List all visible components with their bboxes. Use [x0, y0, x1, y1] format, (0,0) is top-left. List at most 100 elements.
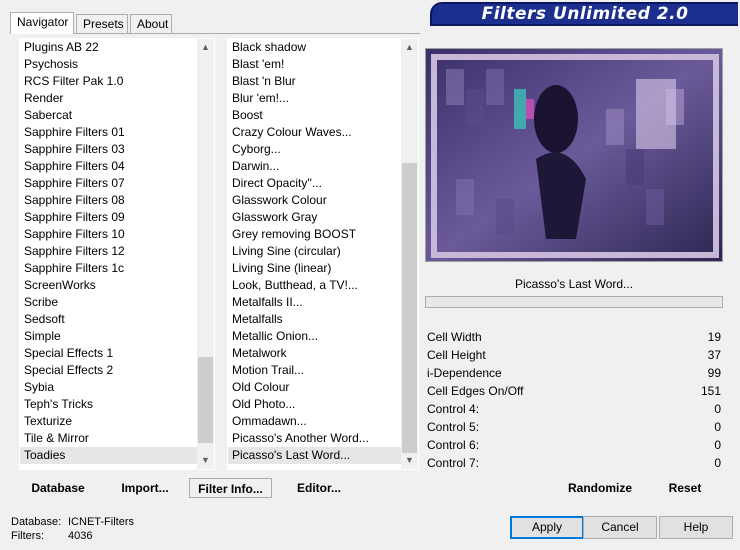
list-item[interactable]: Old Photo... — [228, 396, 418, 413]
category-scrollbar[interactable]: ▲ ▼ — [197, 39, 214, 469]
list-item[interactable]: Cyborg... — [228, 141, 418, 158]
filters-info: Filters: 4036 — [11, 530, 92, 542]
parameter-label: Control 5: — [427, 420, 480, 434]
list-item[interactable]: Metalfalls — [228, 311, 418, 328]
list-item[interactable]: Sapphire Filters 04 — [20, 158, 214, 175]
randomize-button[interactable]: Randomize — [558, 478, 642, 498]
parameter-value: 151 — [700, 384, 721, 398]
scroll-down-icon[interactable]: ▼ — [401, 452, 418, 469]
editor-button[interactable]: Editor... — [283, 478, 355, 498]
reset-button[interactable]: Reset — [655, 478, 715, 498]
list-item[interactable]: Boost — [228, 107, 418, 124]
filter-info-button[interactable]: Filter Info... — [189, 478, 272, 498]
list-item[interactable]: Render — [20, 90, 214, 107]
filters-label: Filters: — [11, 530, 44, 542]
list-item[interactable]: Blur 'em!... — [228, 90, 418, 107]
list-item[interactable]: Special Effects 2 — [20, 362, 214, 379]
list-item[interactable]: Plugins AB 22 — [20, 39, 214, 56]
list-item[interactable]: Living Sine (linear) — [228, 260, 418, 277]
list-item[interactable]: Blast 'n Blur — [228, 73, 418, 90]
list-item[interactable]: Metalfalls II... — [228, 294, 418, 311]
list-item[interactable]: Sapphire Filters 1c — [20, 260, 214, 277]
list-item[interactable]: Darwin... — [228, 158, 418, 175]
list-item[interactable]: Sapphire Filters 12 — [20, 243, 214, 260]
list-item[interactable]: Tile & Mirror — [20, 430, 214, 447]
list-item[interactable]: Toadies — [20, 447, 214, 464]
list-item[interactable]: Blast 'em! — [228, 56, 418, 73]
parameter-row[interactable]: Control 4: 0 — [425, 400, 723, 418]
list-item[interactable]: Grey removing BOOST — [228, 226, 418, 243]
scroll-thumb[interactable] — [402, 163, 417, 453]
database-info: Database: ICNET-Filters — [11, 516, 134, 528]
scroll-down-icon[interactable]: ▼ — [197, 452, 214, 469]
parameter-row[interactable]: Cell Edges On/Off 151 — [425, 382, 723, 400]
list-item[interactable]: Look, Butthead, a TV!... — [228, 277, 418, 294]
parameter-value: 0 — [714, 456, 721, 470]
list-item[interactable]: Metallic Onion... — [228, 328, 418, 345]
list-item[interactable]: Sedsoft — [20, 311, 214, 328]
list-item[interactable]: Sapphire Filters 03 — [20, 141, 214, 158]
list-item[interactable]: Glasswork Gray — [228, 209, 418, 226]
parameter-value: 37 — [707, 348, 721, 362]
list-item[interactable]: Sapphire Filters 09 — [20, 209, 214, 226]
filter-progress-bar — [425, 296, 723, 308]
list-item[interactable]: Ommadawn... — [228, 413, 418, 430]
list-item[interactable]: RCS Filter Pak 1.0 — [20, 73, 214, 90]
filters-count: 4036 — [68, 530, 93, 542]
parameter-list: Cell Width 19 Cell Height 37 i-Dependence 99 C… — [425, 328, 723, 472]
parameter-label: Control 4: — [427, 402, 480, 416]
list-item[interactable]: ScreenWorks — [20, 277, 214, 294]
list-item[interactable]: Metalwork — [228, 345, 418, 362]
parameter-row[interactable]: Cell Width 19 — [425, 328, 723, 346]
database-button[interactable]: Database — [17, 478, 99, 498]
parameter-label: Cell Width — [427, 330, 482, 344]
list-item[interactable]: Sapphire Filters 07 — [20, 175, 214, 192]
list-item[interactable]: Special Effects 1 — [20, 345, 214, 362]
tab-about[interactable]: About — [130, 14, 172, 34]
list-item[interactable]: Picasso's Last Word... — [228, 447, 418, 464]
parameter-label: Cell Height — [427, 348, 486, 362]
parameter-value: 0 — [714, 402, 721, 416]
parameter-label: Control 6: — [427, 438, 480, 452]
list-item[interactable]: Scribe — [20, 294, 214, 311]
scroll-up-icon[interactable]: ▲ — [401, 39, 418, 56]
scroll-thumb[interactable] — [198, 357, 213, 443]
parameter-row[interactable]: Control 6: 0 — [425, 436, 723, 454]
list-item[interactable]: Sybia — [20, 379, 214, 396]
parameter-row[interactable]: Cell Height 37 — [425, 346, 723, 364]
apply-button[interactable]: Apply — [510, 516, 584, 539]
cancel-button[interactable]: Cancel — [583, 516, 657, 539]
list-item[interactable]: Black shadow — [228, 39, 418, 56]
app-banner: Filters Unlimited 2.0 — [430, 2, 738, 26]
list-item[interactable]: Old Colour — [228, 379, 418, 396]
category-list[interactable]: Plugins AB 22 Psychosis RCS Filter Pak 1.0… — [19, 38, 215, 470]
list-item[interactable]: Psychosis — [20, 56, 214, 73]
parameter-label: Control 7: — [427, 456, 480, 470]
list-item[interactable]: Sapphire Filters 01 — [20, 124, 214, 141]
tab-presets[interactable]: Presets — [76, 14, 128, 34]
list-item[interactable]: Simple — [20, 328, 214, 345]
list-item[interactable]: Motion Trail... — [228, 362, 418, 379]
list-item[interactable]: Sapphire Filters 10 — [20, 226, 214, 243]
current-filter-name: Picasso's Last Word... — [514, 277, 634, 291]
filter-scrollbar[interactable]: ▲ ▼ — [401, 39, 418, 469]
list-item[interactable]: Glasswork Colour — [228, 192, 418, 209]
parameter-row[interactable]: Control 7: 0 — [425, 454, 723, 472]
preview-image — [425, 48, 723, 262]
list-item[interactable]: Direct Opacity''... — [228, 175, 418, 192]
list-item[interactable]: Texturize — [20, 413, 214, 430]
parameter-row[interactable]: i-Dependence 99 — [425, 364, 723, 382]
parameter-row[interactable]: Control 5: 0 — [425, 418, 723, 436]
import-button[interactable]: Import... — [108, 478, 182, 498]
list-item[interactable]: Living Sine (circular) — [228, 243, 418, 260]
filter-list[interactable]: Black shadow Blast 'em! Blast 'n Blur Blur … — [227, 38, 419, 470]
list-item[interactable]: Teph's Tricks — [20, 396, 214, 413]
list-item[interactable]: Crazy Colour Waves... — [228, 124, 418, 141]
list-item[interactable]: Sabercat — [20, 107, 214, 124]
tab-navigator[interactable]: Navigator — [10, 12, 74, 34]
help-button[interactable]: Help — [659, 516, 733, 539]
list-item[interactable]: Sapphire Filters 08 — [20, 192, 214, 209]
scroll-up-icon[interactable]: ▲ — [197, 39, 214, 56]
list-item[interactable]: Picasso's Another Word... — [228, 430, 418, 447]
parameter-value: 0 — [714, 438, 721, 452]
